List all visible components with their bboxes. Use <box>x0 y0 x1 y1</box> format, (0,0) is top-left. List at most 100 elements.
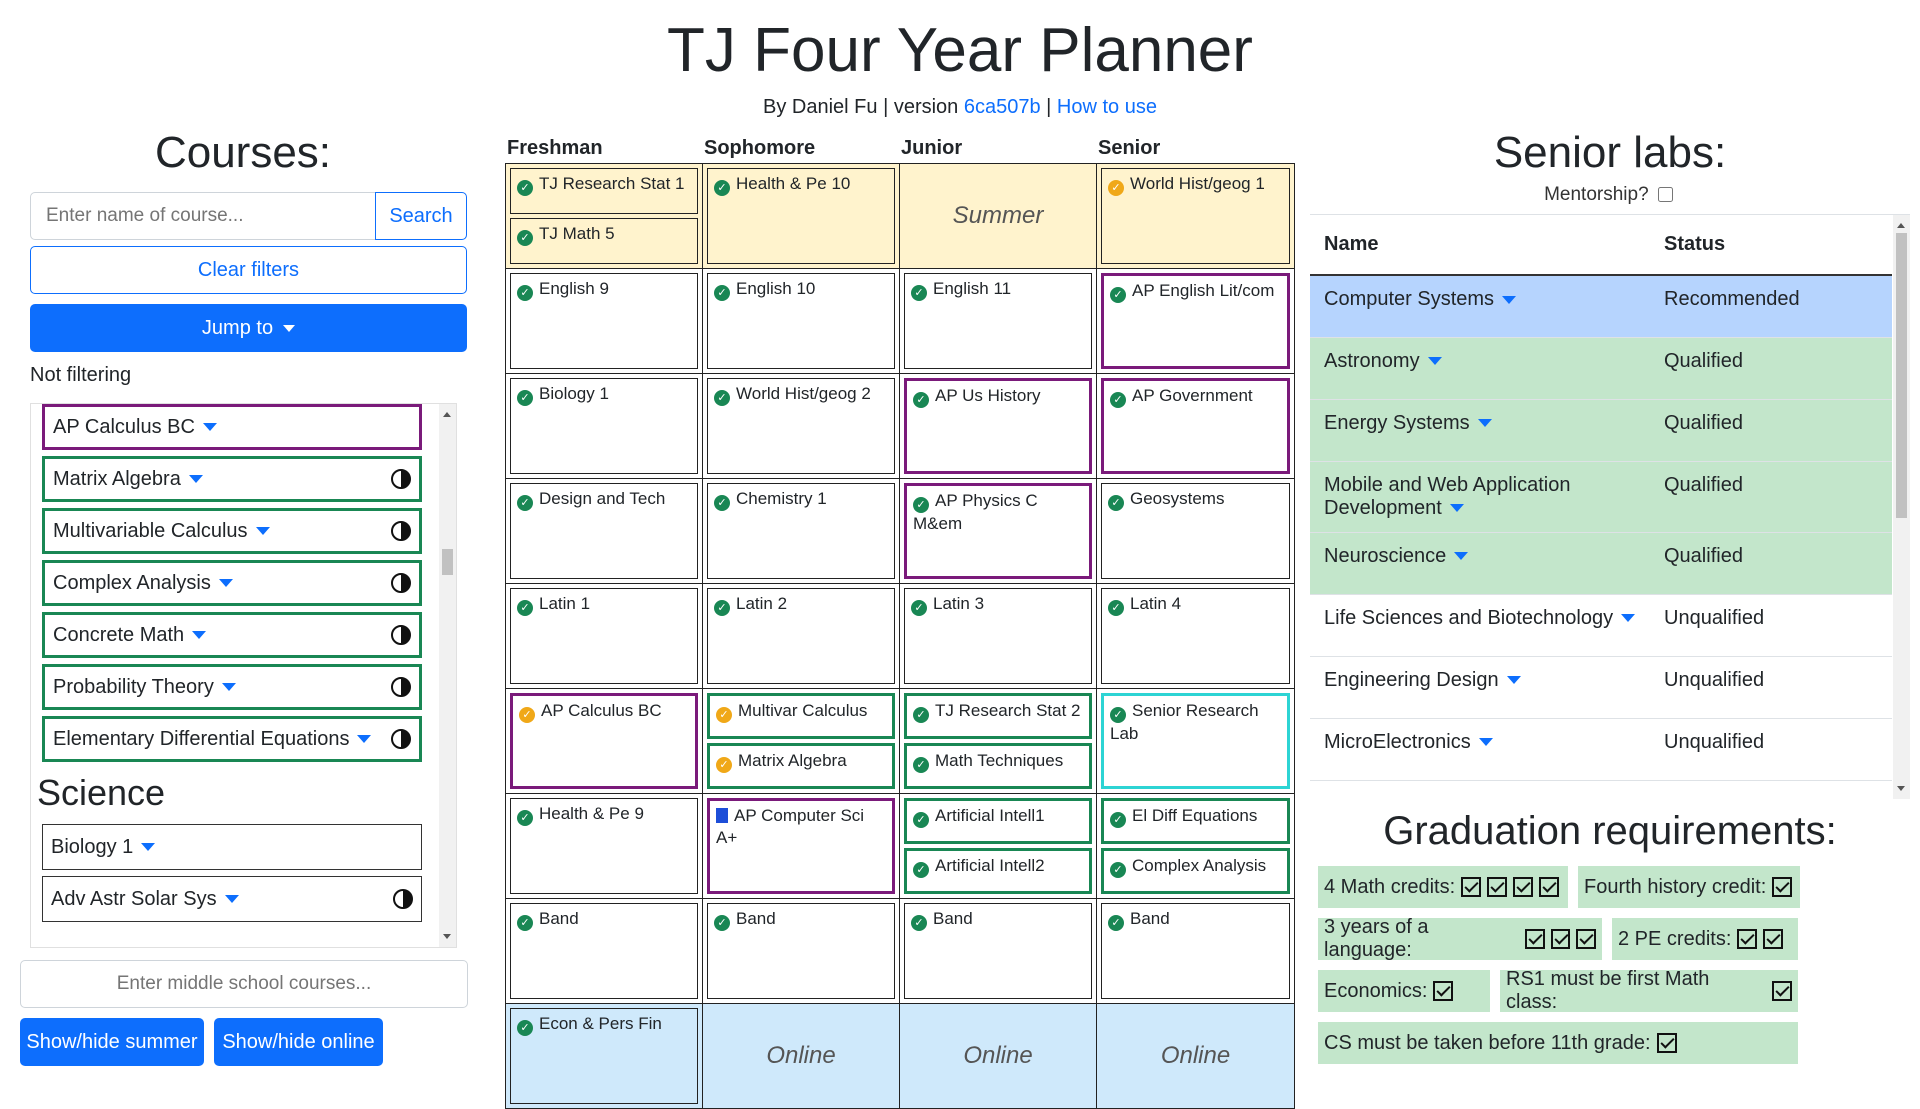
course-card[interactable]: Elementary Differential Equations <box>42 716 422 762</box>
planned-course[interactable]: ✓ Multivar Calculus <box>707 693 895 739</box>
planner-cell[interactable]: ✓ Latin 4 <box>1097 584 1294 688</box>
planned-course[interactable]: ✓ Band <box>707 903 895 999</box>
planner-cell[interactable]: ✓ Band <box>900 899 1097 1003</box>
planner-cell[interactable]: ✓ AP Government <box>1097 374 1294 478</box>
planned-course[interactable]: ✓ Chemistry 1 <box>707 483 895 579</box>
planner-cell[interactable]: Online <box>1097 1004 1294 1108</box>
caret-down-icon[interactable] <box>141 843 156 852</box>
lab-row[interactable]: Energy Systems Qualified <box>1310 399 1892 462</box>
planner-cell[interactable]: ✓ TJ Research Stat 2 ✓ Math Techniques <box>900 689 1097 793</box>
planner-cell[interactable]: Online <box>703 1004 900 1108</box>
planned-course[interactable]: ✓ TJ Math 5 <box>510 218 698 264</box>
planner-cell[interactable]: ✓ Health & Pe 10 <box>703 164 900 268</box>
scroll-down-icon[interactable] <box>443 934 451 939</box>
mentorship-checkbox[interactable] <box>1657 187 1673 203</box>
planner-cell[interactable]: ✓ Artificial Intell1 ✓ Artificial Intell2 <box>900 794 1097 898</box>
planned-course[interactable]: ✓ AP Physics C M&em <box>904 483 1092 579</box>
course-list-scrollbar[interactable] <box>439 404 456 947</box>
planned-course[interactable]: ✓ TJ Research Stat 2 <box>904 693 1092 739</box>
scroll-up-icon[interactable] <box>443 412 451 417</box>
jump-to-button[interactable]: Jump to <box>30 304 467 352</box>
planned-course[interactable]: ✓ English 9 <box>510 273 698 369</box>
planned-course[interactable]: ✓ Health & Pe 10 <box>707 168 895 264</box>
lab-row[interactable]: Astronomy Qualified <box>1310 337 1892 400</box>
planner-cell[interactable]: ✓ Health & Pe 9 <box>506 794 703 898</box>
lab-row[interactable]: Computer Systems Recommended <box>1310 275 1892 338</box>
planner-cell[interactable]: ✓ AP Us History <box>900 374 1097 478</box>
planner-cell[interactable]: ✓ World Hist/geog 1 <box>1097 164 1294 268</box>
lab-row[interactable]: Engineering Design Unqualified <box>1310 656 1892 719</box>
planner-cell[interactable]: ✓ AP Calculus BC <box>506 689 703 793</box>
caret-down-icon[interactable] <box>221 683 236 692</box>
planned-course[interactable]: ✓ Band <box>1101 903 1290 999</box>
labs-scrollbar[interactable] <box>1893 215 1910 799</box>
labs-table-container[interactable]: Name Status Computer Systems Recommended A… <box>1310 214 1910 799</box>
planner-cell[interactable]: ✓ Design and Tech <box>506 479 703 583</box>
planner-cell[interactable]: ✓ Geosystems <box>1097 479 1294 583</box>
lab-row[interactable]: Mobile and Web Application Development Qu… <box>1310 461 1892 533</box>
planned-course[interactable]: ✓ Latin 3 <box>904 588 1092 684</box>
planner-cell[interactable]: ✓ English 9 <box>506 269 703 373</box>
caret-down-icon[interactable] <box>1478 738 1493 747</box>
planned-course[interactable]: ✓ Latin 1 <box>510 588 698 684</box>
course-card[interactable]: Complex Analysis <box>42 560 422 606</box>
version-link[interactable]: 6ca507b <box>964 96 1041 118</box>
planned-course[interactable]: ✓ AP English Lit/com <box>1101 273 1290 369</box>
planner-cell[interactable]: ✓ Latin 1 <box>506 584 703 688</box>
course-card[interactable]: Concrete Math <box>42 612 422 658</box>
caret-down-icon[interactable] <box>1427 357 1442 366</box>
clear-filters-button[interactable]: Clear filters <box>30 246 467 294</box>
planner-cell[interactable]: ✓ AP English Lit/com <box>1097 269 1294 373</box>
caret-down-icon[interactable] <box>224 895 239 904</box>
show-hide-summer-button[interactable]: Show/hide summer <box>20 1018 204 1066</box>
planner-cell[interactable]: ✓ Senior Research Lab <box>1097 689 1294 793</box>
planner-cell[interactable]: ✓ Biology 1 <box>506 374 703 478</box>
planned-course[interactable]: ✓ AP Government <box>1101 378 1290 474</box>
planned-course[interactable]: ✓ Econ & Pers Fin <box>510 1008 698 1104</box>
caret-down-icon[interactable] <box>192 631 207 640</box>
planned-course[interactable]: ✓ Health & Pe 9 <box>510 798 698 894</box>
planner-cell[interactable]: ✓ English 11 <box>900 269 1097 373</box>
planned-course[interactable]: ✓ Latin 2 <box>707 588 895 684</box>
planned-course[interactable]: ✓ English 10 <box>707 273 895 369</box>
planned-course[interactable]: ✓ Artificial Intell1 <box>904 798 1092 844</box>
planned-course[interactable]: ✓ English 11 <box>904 273 1092 369</box>
planner-cell[interactable]: ✓ Latin 3 <box>900 584 1097 688</box>
caret-down-icon[interactable] <box>1621 614 1636 623</box>
course-card[interactable]: Adv Astr Solar Sys <box>42 876 422 922</box>
course-list[interactable]: AP Calculus BC Matrix Algebra Multivariabl… <box>30 403 457 948</box>
planned-course[interactable]: ✓ El Diff Equations <box>1101 798 1290 844</box>
course-card[interactable]: Multivariable Calculus <box>42 508 422 554</box>
planner-cell[interactable]: ✓ AP Physics C M&em <box>900 479 1097 583</box>
middle-school-input[interactable] <box>20 960 468 1008</box>
course-search-input[interactable] <box>30 192 376 240</box>
planned-course[interactable]: ✓ Geosystems <box>1101 483 1290 579</box>
planned-course[interactable]: ✓ AP Us History <box>904 378 1092 474</box>
caret-down-icon[interactable] <box>1506 676 1521 685</box>
planner-cell[interactable]: ✓ Chemistry 1 <box>703 479 900 583</box>
planner-cell[interactable]: ✓ Band <box>1097 899 1294 1003</box>
planned-course[interactable]: ✓ TJ Research Stat 1 <box>510 168 698 214</box>
planner-cell[interactable]: ✓ Band <box>703 899 900 1003</box>
planned-course[interactable]: ✓ Biology 1 <box>510 378 698 474</box>
planner-cell[interactable]: ✓ Multivar Calculus ✓ Matrix Algebra <box>703 689 900 793</box>
planned-course[interactable]: ✓ AP Calculus BC <box>510 693 698 789</box>
planned-course[interactable]: ✓ World Hist/geog 2 <box>707 378 895 474</box>
scroll-up-icon[interactable] <box>1897 223 1905 228</box>
search-button[interactable]: Search <box>375 192 467 240</box>
caret-down-icon[interactable] <box>202 423 217 432</box>
planner-cell[interactable]: ✓ Econ & Pers Fin <box>506 1004 703 1108</box>
caret-down-icon[interactable] <box>1502 295 1517 304</box>
planned-course[interactable]: ✓ Complex Analysis <box>1101 848 1290 894</box>
planner-cell[interactable]: ✓ TJ Research Stat 1 ✓ TJ Math 5 <box>506 164 703 268</box>
planner-cell[interactable]: ✓ Band <box>506 899 703 1003</box>
planned-course[interactable]: ✓ Band <box>510 903 698 999</box>
planned-course[interactable]: ✓ Senior Research Lab <box>1101 693 1290 789</box>
caret-down-icon[interactable] <box>218 579 233 588</box>
planner-cell[interactable]: ✓ El Diff Equations ✓ Complex Analysis <box>1097 794 1294 898</box>
caret-down-icon[interactable] <box>255 527 270 536</box>
planned-course[interactable]: ✓ World Hist/geog 1 <box>1101 168 1290 264</box>
caret-down-icon[interactable] <box>1477 419 1492 428</box>
scroll-thumb[interactable] <box>1896 233 1907 518</box>
planner-cell[interactable]: Summer <box>900 164 1097 268</box>
